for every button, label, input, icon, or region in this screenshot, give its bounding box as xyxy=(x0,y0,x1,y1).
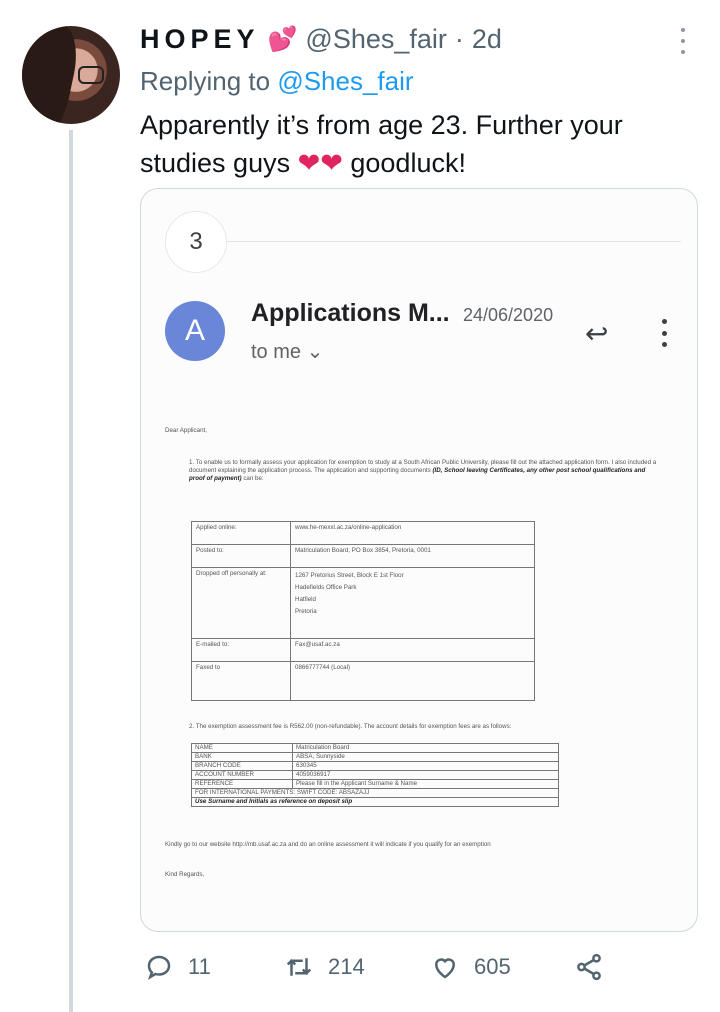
table-cell-label: Faxed to xyxy=(192,662,291,700)
more-icon[interactable] xyxy=(675,28,691,54)
table-cell-label: REFERENCE xyxy=(192,780,293,788)
table-row: ACCOUNT NUMBER 4059036917 xyxy=(192,771,558,780)
red-hearts-icon: ❤❤ xyxy=(297,148,343,178)
table-cell-value: www.he-mexxl.ac.za/online-application xyxy=(295,524,402,531)
table-cell-value: 0866777744 (Local) xyxy=(295,664,351,671)
message-count-badge: 3 xyxy=(165,211,227,273)
like-count: 605 xyxy=(474,954,511,979)
email-recipient: to me ⌄ xyxy=(251,339,323,364)
share-icon xyxy=(577,953,601,981)
replying-to-link[interactable]: @Shes_fair xyxy=(277,66,413,96)
table-row: NAME Matriculation Board xyxy=(192,744,558,753)
table-cell-value: Fax@usaf.ac.za xyxy=(295,641,340,648)
retweet-icon xyxy=(286,958,312,976)
table-row: Faxed to 0866777744 (Local) xyxy=(192,662,534,700)
reply-count: 11 xyxy=(188,954,211,979)
intl-payments-note: FOR INTERNATIONAL PAYMENTS: SWIFT CODE: … xyxy=(195,789,370,796)
email-subject: Applications M... xyxy=(251,299,450,327)
table-cell-value: ABSA, Sunnyside xyxy=(296,753,345,760)
table-cell-value: 4059036917 xyxy=(296,771,331,778)
table-cell-label: BRANCH CODE xyxy=(192,762,293,770)
table-row: Posted to: Matriculation Board, PO Box 3… xyxy=(192,545,534,568)
sign-off: Kind Regards, xyxy=(165,871,205,878)
divider xyxy=(165,241,681,242)
share-button[interactable] xyxy=(574,952,604,982)
tweet-text: Apparently it’s from age 23. Further you… xyxy=(140,106,700,182)
chevron-down-icon: ⌄ xyxy=(306,341,324,363)
paragraph-1c: can be: xyxy=(243,475,264,482)
payment-details-table: NAME Matriculation Board BANK ABSA, Sunn… xyxy=(191,743,559,807)
like-button[interactable]: 605 xyxy=(430,952,511,982)
reply-button[interactable]: 11 xyxy=(144,952,211,982)
table-cell-label: BANK xyxy=(192,753,293,761)
table-cell-value: Please fill in the Applicant Surname & N… xyxy=(296,780,418,787)
separator-dot: · xyxy=(454,24,464,54)
tweet-text-part-b: goodluck! xyxy=(350,148,466,178)
greeting: Dear Applicant, xyxy=(165,427,207,434)
heart-emoji-icon: 💕 xyxy=(267,26,298,53)
table-cell-label: ACCOUNT NUMBER xyxy=(192,771,293,779)
table-row: Dropped off personally at: 1267 Pretoriu… xyxy=(192,568,534,639)
table-cell-label: E-mailed to: xyxy=(192,639,291,661)
paragraph-2: 2. The exemption assessment fee is R562.… xyxy=(189,723,512,730)
table-row: FOR INTERNATIONAL PAYMENTS: SWIFT CODE: … xyxy=(192,789,558,798)
retweet-count: 214 xyxy=(328,954,365,979)
table-cell-value: Matriculation Board, PO Box 3854, Pretor… xyxy=(295,547,431,554)
user-handle[interactable]: @Shes_fair xyxy=(305,24,446,55)
tweet-actions: 11 214 605 xyxy=(140,952,620,984)
tweet-header: HOPEY 💕 @Shes_fair · 2d xyxy=(140,24,502,55)
table-cell-label: Dropped off personally at: xyxy=(192,568,291,638)
closing-line: Kindly go to our website http://mb.usaf.… xyxy=(165,841,491,848)
email-more-icon xyxy=(661,319,667,347)
table-cell-value: Matriculation Board xyxy=(296,744,350,751)
submission-methods-table: Applied online: www.he-mexxl.ac.za/onlin… xyxy=(191,521,535,701)
table-row: Use Surname and Initials as reference on… xyxy=(192,798,558,806)
table-cell-value: 630345 xyxy=(296,762,317,769)
retweet-button[interactable]: 214 xyxy=(284,952,365,982)
table-cell-value: 1267 Pretorius Street, Block E 1st Floor… xyxy=(295,572,404,615)
table-cell-label: Applied online: xyxy=(192,522,291,544)
paragraph-1: 1. To enable us to formally assess your … xyxy=(189,459,659,483)
like-icon xyxy=(434,958,456,979)
tweet-text-part-a: studies guys xyxy=(140,148,291,178)
recipient-text: to me xyxy=(251,341,302,363)
table-row: Applied online: www.he-mexxl.ac.za/onlin… xyxy=(192,522,534,545)
email-date: 24/06/2020 xyxy=(463,305,554,325)
replying-to: Replying to @Shes_fair xyxy=(140,66,414,97)
table-row: E-mailed to: Fax@usaf.ac.za xyxy=(192,639,534,662)
thread-line xyxy=(69,130,73,1012)
table-row: REFERENCE Please fill in the Applicant S… xyxy=(192,780,558,789)
table-cell-label: NAME xyxy=(192,744,293,752)
table-cell-label: Posted to: xyxy=(192,545,291,567)
replying-prefix: Replying to xyxy=(140,66,271,96)
timestamp[interactable]: 2d xyxy=(472,24,502,55)
table-row: BRANCH CODE 630345 xyxy=(192,762,558,771)
tweet-text-line1: Apparently it’s from age 23. Further you… xyxy=(140,110,623,140)
sender-avatar: A xyxy=(165,301,225,361)
email-reply-icon: ↩ xyxy=(585,318,609,349)
tweet-text-line2: studies guys ❤❤ goodluck! xyxy=(140,144,700,182)
display-name[interactable]: HOPEY xyxy=(140,24,260,55)
deposit-note: Use Surname and Initials as reference on… xyxy=(195,798,353,805)
table-row: BANK ABSA, Sunnyside xyxy=(192,753,558,762)
avatar[interactable] xyxy=(22,26,120,124)
reply-icon xyxy=(147,955,171,980)
attached-image[interactable]: 3 A Applications M... 24/06/2020 to me ⌄… xyxy=(140,188,698,932)
